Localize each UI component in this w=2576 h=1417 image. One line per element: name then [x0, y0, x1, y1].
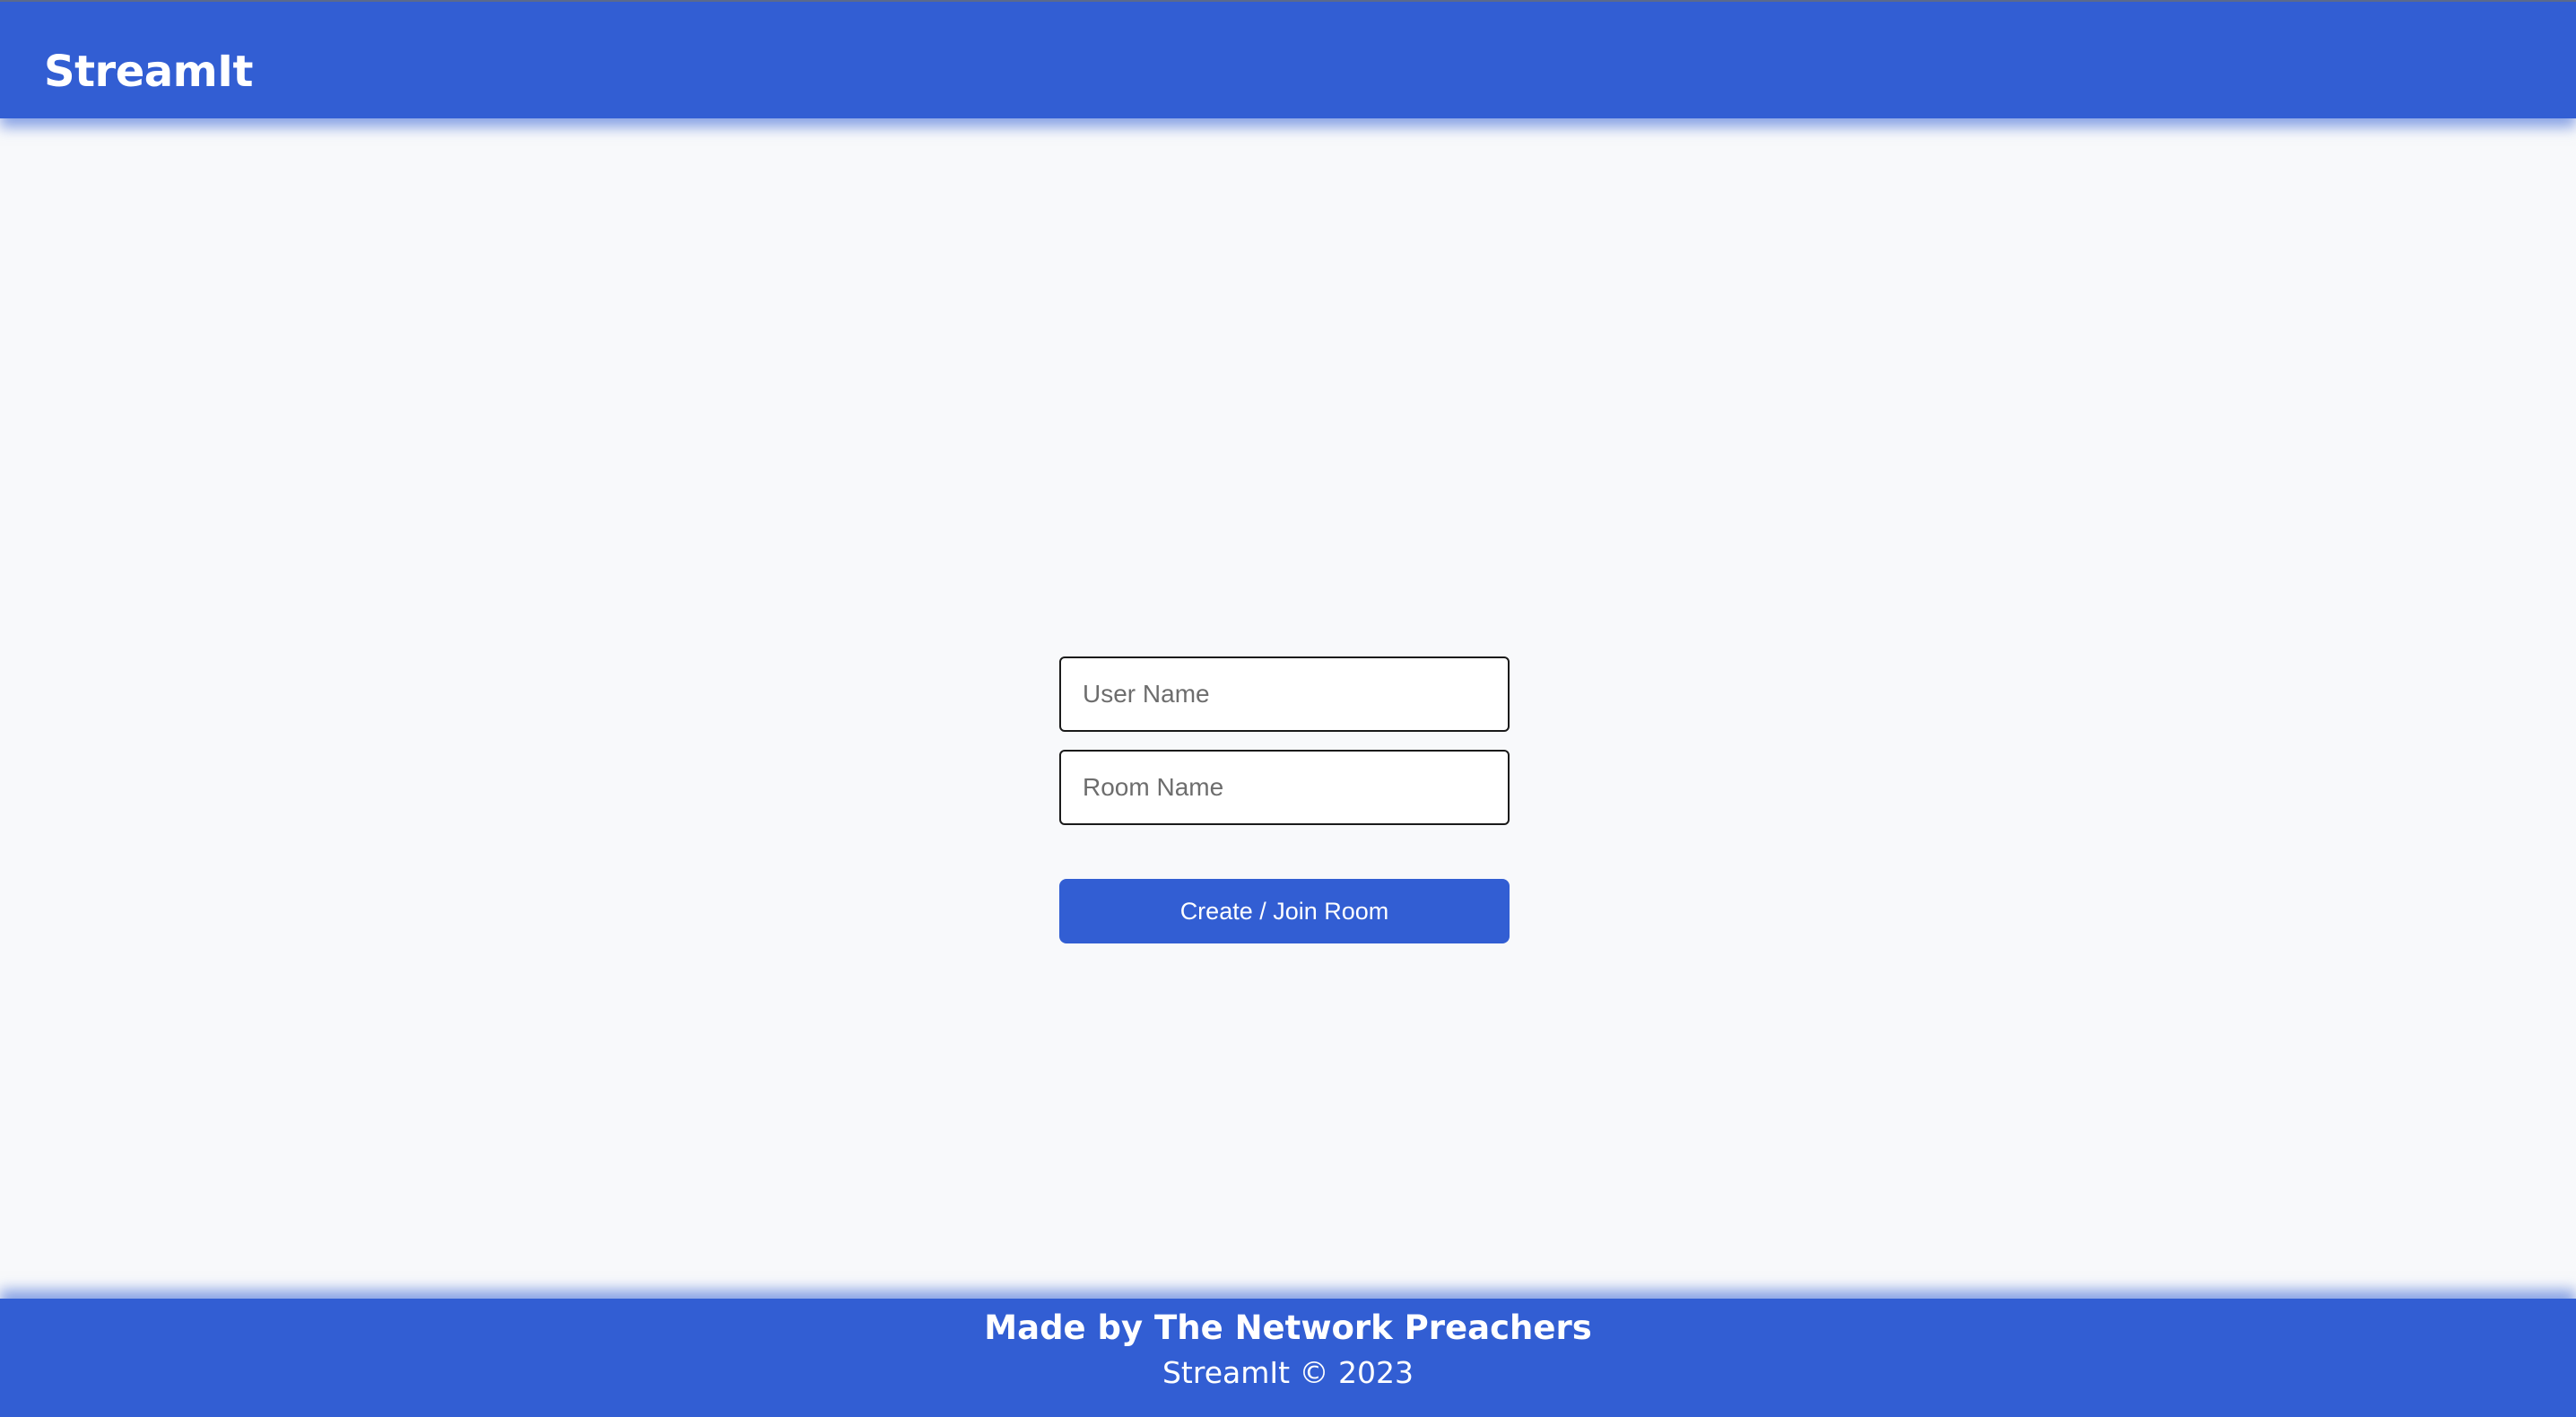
top-navbar: StreamIt [0, 0, 2576, 118]
brand-logo-text[interactable]: StreamIt [44, 43, 253, 100]
footer: Made by The Network Preachers StreamIt ©… [0, 1299, 2576, 1417]
footer-copyright: StreamIt © 2023 [1162, 1355, 1414, 1390]
footer-credit: Made by The Network Preachers [984, 1308, 1592, 1347]
create-join-room-button[interactable]: Create / Join Room [1059, 879, 1510, 943]
join-room-form: Create / Join Room [1059, 656, 1510, 943]
page: StreamIt Create / Join Room Made by The … [0, 0, 2576, 1417]
room-name-input[interactable] [1059, 750, 1510, 825]
user-name-input[interactable] [1059, 656, 1510, 732]
